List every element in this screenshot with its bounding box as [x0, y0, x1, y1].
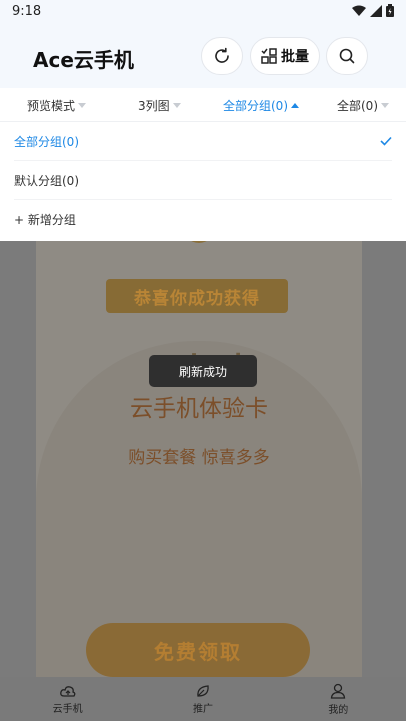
status-bar: 9:18	[0, 0, 406, 24]
check-icon	[380, 136, 392, 146]
tab-label: 云手机	[52, 703, 83, 715]
filter-label: 3列图	[138, 99, 170, 113]
caret-down-icon	[381, 103, 389, 108]
promo-ribbon: 恭喜你成功获得	[106, 279, 288, 313]
dropdown-item-label: 默认分组(0)	[14, 173, 79, 188]
filter-label: 预览模式	[27, 99, 76, 113]
battery-icon	[386, 4, 394, 17]
batch-button[interactable]: 批量	[250, 37, 320, 75]
bottom-tab-bar: 云手机 推广 我的	[0, 677, 406, 721]
cloud-phone-icon	[59, 685, 76, 697]
wifi-icon	[352, 5, 366, 16]
filter-status[interactable]: 全部(0)	[337, 97, 389, 114]
dropdown-item-add-group[interactable]: + 新增分组	[14, 200, 392, 239]
tab-label: 推广	[192, 703, 213, 715]
caret-up-icon	[291, 103, 299, 108]
system-icons	[352, 4, 394, 17]
cellular-icon	[370, 4, 382, 17]
promo-subtitle: 购买套餐 惊喜多多	[128, 448, 270, 468]
claim-button[interactable]: 免费领取	[86, 623, 310, 677]
toast-message: 刷新成功	[149, 355, 257, 387]
dropdown-item-default-group[interactable]: 默认分组(0)	[14, 161, 392, 200]
promo-card: 恭喜你成功获得 2小时 云手机体验卡 购买套餐 惊喜多多 免费领取	[36, 241, 362, 677]
dropdown-item-label: 全部分组(0)	[14, 134, 79, 149]
dropdown-item-all-groups[interactable]: 全部分组(0)	[14, 122, 392, 161]
batch-grid-icon	[261, 48, 277, 64]
tab-cloud-phone[interactable]: 云手机	[0, 677, 135, 721]
user-icon	[331, 683, 346, 699]
tab-promotion[interactable]: 推广	[135, 677, 270, 721]
caret-down-icon	[78, 103, 87, 108]
refresh-button[interactable]	[201, 37, 243, 75]
tab-label: 我的	[328, 704, 349, 716]
group-dropdown: 全部分组(0) 默认分组(0) + 新增分组	[0, 122, 406, 241]
filter-label: 全部分组(0)	[223, 99, 288, 113]
promo-card-name: 云手机体验卡	[130, 396, 268, 422]
dropdown-item-label: + 新增分组	[14, 213, 76, 227]
search-icon	[339, 48, 355, 64]
filter-bar: 预览模式 3列图 全部分组(0) 全部(0)	[0, 88, 406, 122]
modal-overlay[interactable]: 恭喜你成功获得 2小时 云手机体验卡 购买套餐 惊喜多多 免费领取	[0, 241, 406, 677]
search-button[interactable]	[326, 37, 368, 75]
app-title: Ace云手机	[33, 48, 134, 72]
filter-columns[interactable]: 3列图	[138, 97, 181, 114]
filter-label: 全部(0)	[337, 99, 378, 113]
status-time: 9:18	[12, 4, 42, 19]
coin-decoration	[183, 241, 215, 243]
caret-down-icon	[172, 103, 181, 108]
batch-label: 批量	[281, 49, 309, 65]
leaf-icon	[197, 684, 209, 697]
filter-preview-mode[interactable]: 预览模式	[27, 97, 87, 114]
filter-group[interactable]: 全部分组(0)	[223, 97, 299, 114]
refresh-icon	[215, 47, 229, 63]
tab-mine[interactable]: 我的	[271, 677, 406, 721]
app-header: Ace云手机 批量	[0, 24, 406, 88]
